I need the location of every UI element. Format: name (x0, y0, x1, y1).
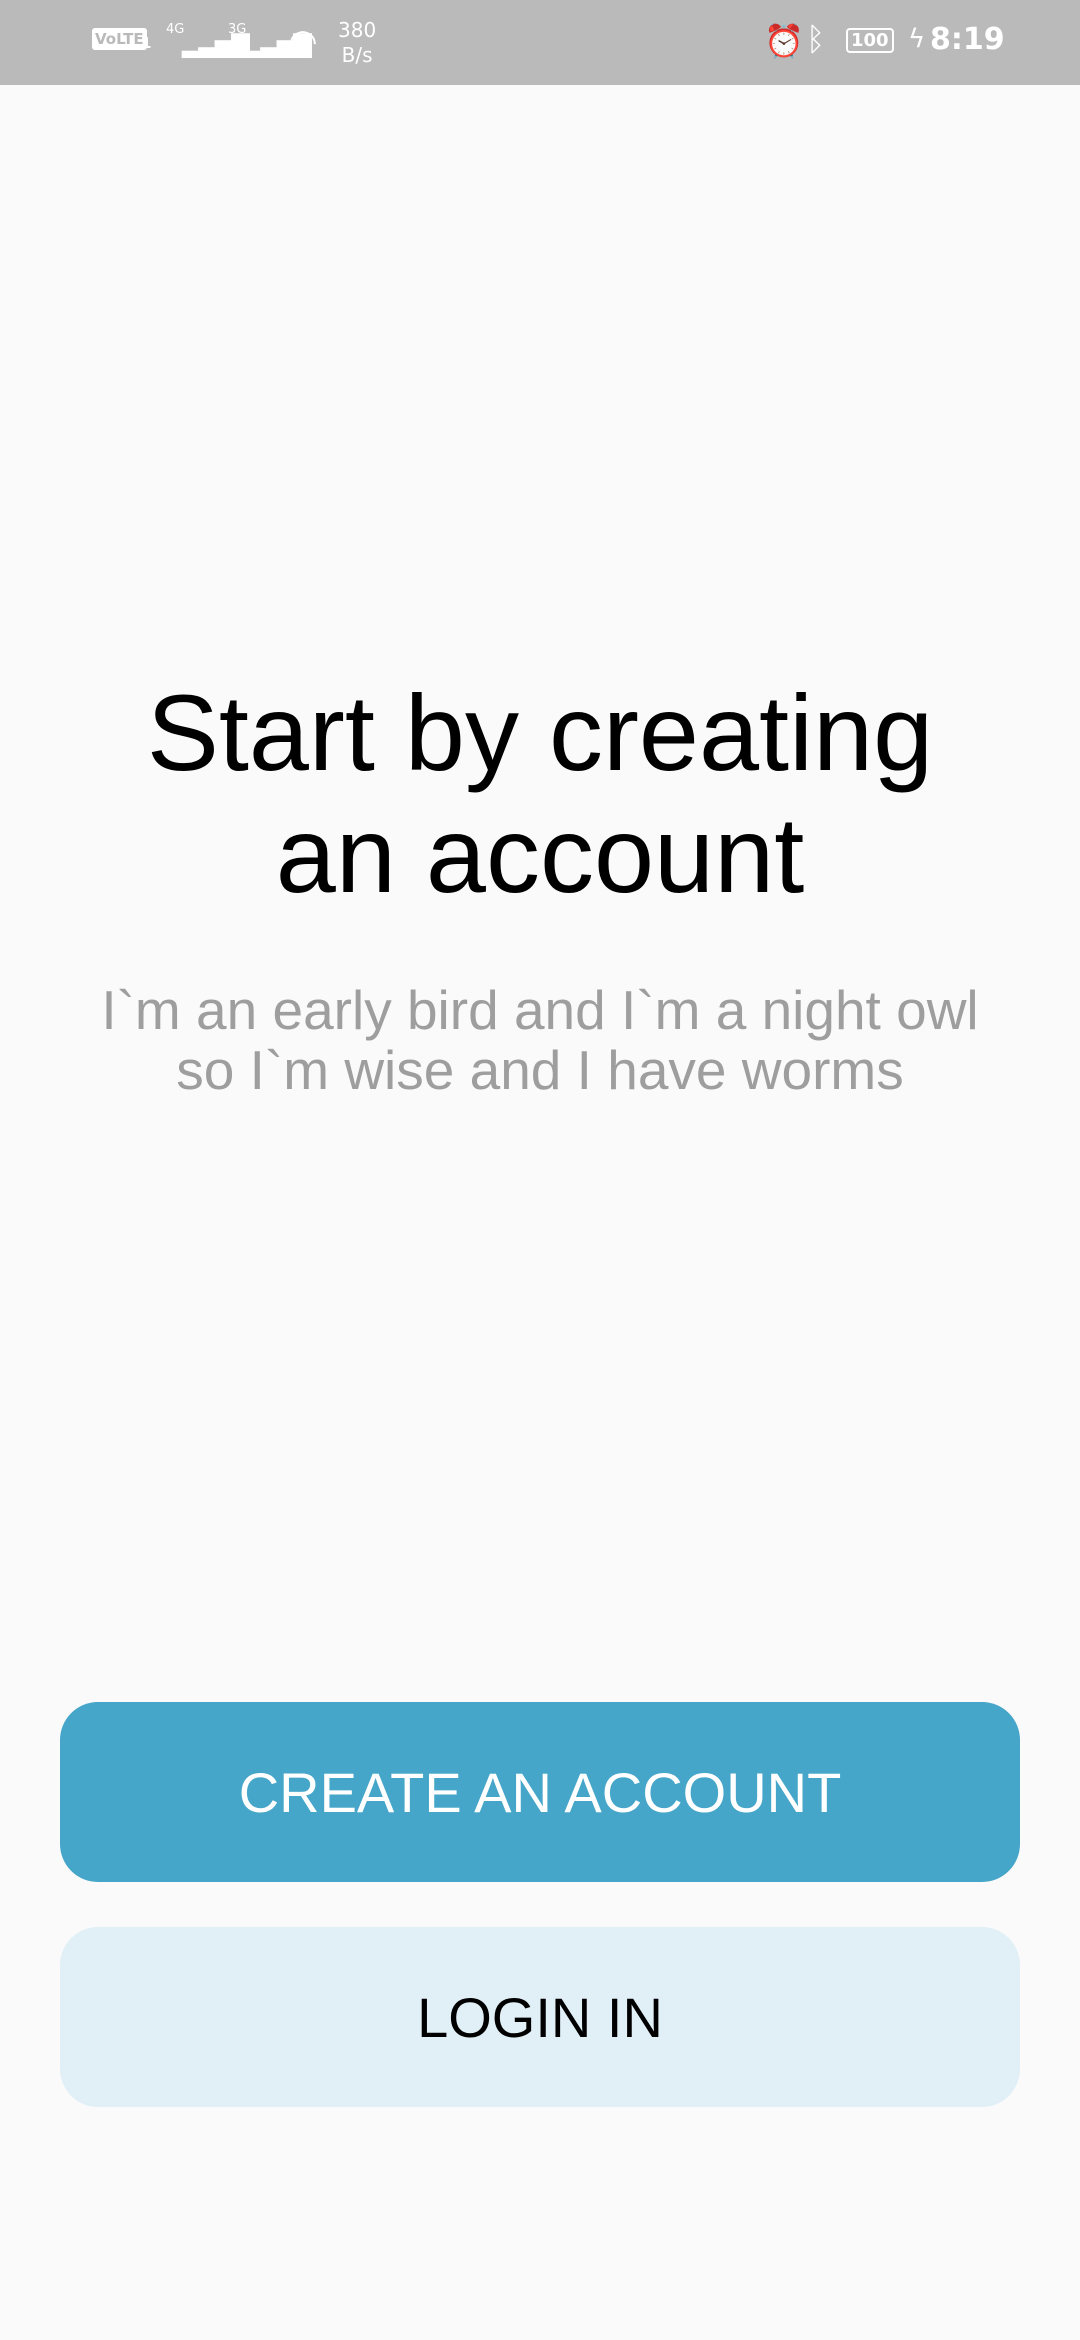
page-subtitle: I`m an early bird and I`m a night owl so… (0, 980, 1080, 1100)
speed-unit: B/s (341, 43, 373, 67)
battery-icon: 100 (846, 28, 894, 53)
charging-icon: ϟ (908, 24, 926, 54)
status-bar: VoLTE 1 4G ▂▃▅▇ 3G ▂▃▅▇ ◠ 380 B/s ⏰ ᛒ 100… (0, 0, 1080, 85)
volte-badge: VoLTE (92, 28, 147, 50)
sim-indicator: 1 (141, 34, 152, 52)
subtitle-line: I`m an early bird and I`m a night owl (101, 979, 979, 1041)
subtitle-line: so I`m wise and I have worms (176, 1039, 904, 1101)
wifi-icon: ◠ (288, 22, 318, 62)
page-title: Start by creating an account (146, 672, 934, 915)
create-account-button[interactable]: CREATE AN ACCOUNT (60, 1702, 1020, 1882)
login-button[interactable]: LOGIN IN (60, 1927, 1020, 2107)
bluetooth-icon: ᛒ (806, 20, 826, 58)
alarm-icon: ⏰ (764, 22, 804, 60)
network-speed: 380 B/s (338, 18, 376, 68)
clock: 8:19 (930, 22, 1005, 57)
speed-value: 380 (338, 18, 377, 42)
